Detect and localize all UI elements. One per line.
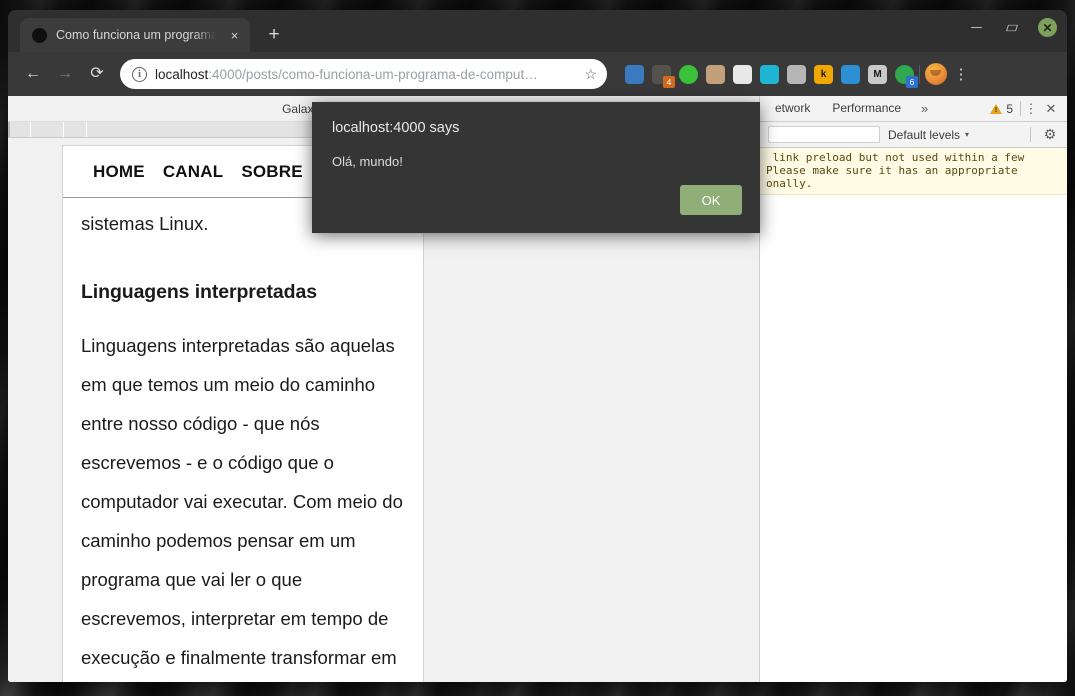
bookmark-star-icon[interactable]: ☆: [584, 66, 597, 83]
dialog-origin-label: localhost:4000 says: [332, 120, 740, 136]
console-levels-selector[interactable]: Default levels ▾: [888, 128, 969, 142]
devtools-tabbar: etwork Performance » 5 ⋮ ✕: [760, 96, 1067, 122]
address-bar[interactable]: i localhost:4000/posts/como-funciona-um-…: [120, 59, 607, 89]
console-warning-message: link preload but not used within a few P…: [760, 148, 1067, 195]
tab-network[interactable]: etwork: [764, 96, 821, 121]
warning-triangle-icon: [990, 104, 1002, 114]
devtools-menu-icon[interactable]: ⋮: [1021, 98, 1041, 120]
profile-avatar[interactable]: [925, 63, 947, 85]
url-host: localhost: [155, 67, 208, 82]
wappalyzer-extension-icon[interactable]: 4: [652, 65, 671, 84]
site-info-icon[interactable]: i: [132, 67, 147, 82]
ruler-edge: [8, 122, 10, 137]
warning-count: 5: [1006, 102, 1013, 116]
minimize-window-icon[interactable]: [968, 19, 985, 36]
browser-toolbar: ← → ⟳ i localhost:4000/posts/como-funcio…: [8, 52, 1067, 96]
ruler-tick: [30, 122, 31, 137]
tab-close-icon[interactable]: ×: [225, 26, 244, 45]
close-window-icon[interactable]: ✕: [1038, 18, 1057, 37]
tab-performance[interactable]: Performance: [821, 96, 912, 121]
extensions-area: 4 k M6: [617, 65, 914, 84]
article-heading: Linguagens interpretadas: [81, 281, 407, 304]
wappalyzer-extension-icon-badge: 4: [663, 76, 675, 88]
browser-tab-active[interactable]: Como funciona um programa d ×: [20, 18, 250, 52]
ruler-tick: [63, 122, 64, 137]
thumbs-up-extension-icon[interactable]: [679, 65, 698, 84]
search-magnifier-extension-icon[interactable]: [841, 65, 860, 84]
article-paragraph: Linguagens interpretadas são aquelas em …: [81, 326, 407, 682]
green-dot-extension-icon-badge: 6: [906, 76, 918, 88]
new-tab-button[interactable]: +: [260, 20, 288, 48]
gear-icon[interactable]: ⚙: [1039, 124, 1061, 146]
toolbar-divider: [919, 65, 920, 84]
dialog-message-text: Olá, mundo!: [332, 154, 740, 169]
more-tabs-icon[interactable]: »: [912, 101, 937, 116]
back-button[interactable]: ←: [18, 59, 48, 89]
tab-favicon: [32, 28, 47, 43]
site-nav-link-sobre[interactable]: SOBRE: [241, 162, 302, 182]
site-nav-link-canal[interactable]: CANAL: [163, 162, 224, 182]
green-dot-extension-icon[interactable]: 6: [895, 65, 914, 84]
window-controls: ✕: [968, 18, 1057, 37]
warning-badge[interactable]: 5: [990, 102, 1020, 116]
eye-extension-icon[interactable]: [760, 65, 779, 84]
devtools-pane: etwork Performance » 5 ⋮ ✕ Default level…: [760, 96, 1067, 682]
screenshot-camera-extension-icon[interactable]: [787, 65, 806, 84]
site-nav-link-home[interactable]: HOME: [93, 162, 145, 182]
article-body: sistemas Linux. Linguagens interpretadas…: [63, 198, 423, 682]
reload-button[interactable]: ⟳: [82, 59, 112, 89]
react-devtools-extension-icon[interactable]: [733, 65, 752, 84]
console-output[interactable]: link preload but not used within a few P…: [760, 148, 1067, 682]
url-text: localhost:4000/posts/como-funciona-um-pr…: [155, 67, 576, 82]
ruler-tick: [86, 122, 87, 137]
pocket-box-extension-icon[interactable]: [706, 65, 725, 84]
javascript-alert-dialog: localhost:4000 says Olá, mundo! OK: [312, 102, 760, 233]
maximize-window-icon[interactable]: [1003, 19, 1020, 36]
ublock-origin-extension-icon[interactable]: [625, 65, 644, 84]
url-path: :4000/posts/como-funciona-um-programa-de…: [208, 67, 537, 82]
dialog-ok-button[interactable]: OK: [680, 185, 742, 215]
browser-window: Como funciona um programa d × + ✕ ← → ⟳ …: [8, 10, 1067, 682]
chevron-down-icon: ▾: [965, 130, 969, 139]
console-filter-bar: Default levels ▾ ⚙: [760, 122, 1067, 148]
chrome-menu-icon[interactable]: ⋮: [949, 60, 973, 88]
forward-button[interactable]: →: [50, 59, 80, 89]
filterbar-divider: [1030, 127, 1031, 142]
medium-extension-icon[interactable]: M: [868, 65, 887, 84]
kasa-extension-icon[interactable]: k: [814, 65, 833, 84]
devtools-close-icon[interactable]: ✕: [1041, 98, 1061, 120]
console-levels-label: Default levels: [888, 128, 960, 142]
console-filter-input[interactable]: [768, 126, 880, 143]
tab-strip: Como funciona um programa d × + ✕: [8, 10, 1067, 52]
tab-title: Como funciona um programa d: [56, 28, 216, 42]
